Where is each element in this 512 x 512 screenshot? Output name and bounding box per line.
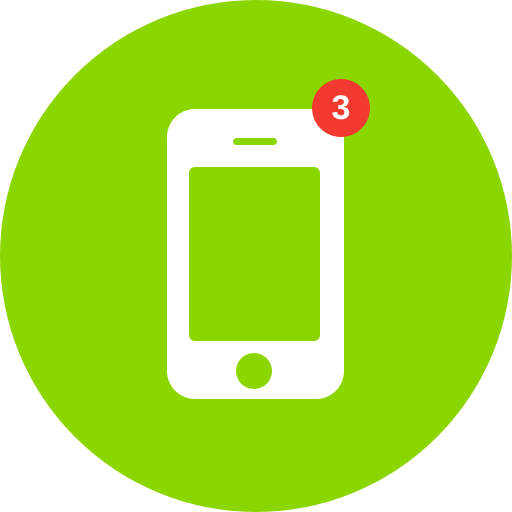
phone-home-button	[236, 353, 272, 389]
notification-badge-count: 3	[331, 89, 351, 127]
phone-notification-icon	[0, 0, 512, 512]
smartphone-icon	[167, 109, 344, 399]
app-icon-container: 3	[0, 0, 512, 512]
phone-speaker	[233, 138, 277, 145]
phone-screen	[189, 167, 320, 341]
